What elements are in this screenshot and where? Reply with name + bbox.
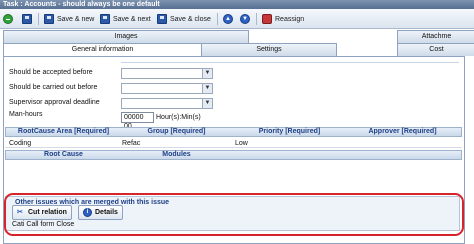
- window-title: Task : Accounts - should always be one d…: [3, 1, 160, 8]
- toolbar: Save & new Save & next Save & close ▲ ▼ …: [0, 9, 474, 29]
- previous-button[interactable]: ▲: [223, 12, 236, 26]
- man-hours-label: Man-hours: [9, 111, 43, 118]
- supervisor-deadline-select[interactable]: ▼: [121, 98, 213, 109]
- toolbar-divider: [38, 13, 39, 25]
- supervisor-deadline-label: Supervisor approval deadline: [9, 99, 100, 106]
- table-cell: Refac: [122, 140, 141, 147]
- carried-out-before-label: Should be carried out before: [9, 84, 98, 91]
- tab-images[interactable]: Images: [3, 30, 249, 43]
- toolbar-divider: [217, 13, 218, 25]
- chevron-down-icon: ▼: [202, 69, 212, 78]
- man-hours-input[interactable]: 00000 00: [121, 112, 154, 130]
- tab-general-information[interactable]: General information: [3, 43, 202, 56]
- chevron-down-icon: ▼: [202, 99, 212, 108]
- tab-cost[interactable]: Cost: [397, 43, 474, 56]
- column-header-approver[interactable]: Approver [Required]: [346, 127, 459, 137]
- save-icon: [44, 14, 54, 24]
- chevron-down-icon: ▼: [202, 84, 212, 93]
- window-title-bar: Task : Accounts - should always be one d…: [0, 0, 474, 9]
- arrow-down-icon: ▼: [240, 14, 250, 24]
- save-icon: [157, 14, 167, 24]
- save-next-button[interactable]: Save & next: [100, 12, 151, 26]
- column-header-modules[interactable]: Modules: [120, 150, 233, 160]
- save-icon: [22, 14, 32, 24]
- table-cell: Low: [235, 140, 248, 147]
- add-icon: [3, 14, 13, 24]
- tab-attachments[interactable]: Attachme: [397, 30, 474, 43]
- reassign-button[interactable]: Reassign: [262, 12, 304, 26]
- reassign-icon: [262, 14, 272, 24]
- save-button[interactable]: [22, 12, 35, 26]
- add-button[interactable]: [3, 12, 16, 26]
- man-hours-unit: Hour(s):Min(s): [156, 114, 201, 121]
- column-header-group[interactable]: Group [Required]: [120, 127, 233, 137]
- column-header-root-cause[interactable]: Root Cause: [7, 150, 120, 160]
- field-divider: [121, 59, 459, 63]
- column-header-rootcause-area[interactable]: RootCause Area [Required]: [7, 127, 120, 137]
- save-new-button[interactable]: Save & new: [44, 12, 94, 26]
- carried-out-before-select[interactable]: ▼: [121, 83, 213, 94]
- save-icon: [100, 14, 110, 24]
- accepted-before-label: Should be accepted before: [9, 69, 93, 76]
- highlight-annotation: [4, 193, 464, 236]
- column-header-priority[interactable]: Priority [Required]: [233, 127, 346, 137]
- table-row[interactable]: [5, 138, 462, 148]
- table-cell: Coding: [9, 140, 32, 147]
- accepted-before-select[interactable]: ▼: [121, 68, 213, 79]
- arrow-up-icon: ▲: [223, 14, 233, 24]
- tab-settings[interactable]: Settings: [201, 43, 337, 56]
- next-button[interactable]: ▼: [240, 12, 253, 26]
- save-close-button[interactable]: Save & close: [157, 12, 211, 26]
- toolbar-divider: [256, 13, 257, 25]
